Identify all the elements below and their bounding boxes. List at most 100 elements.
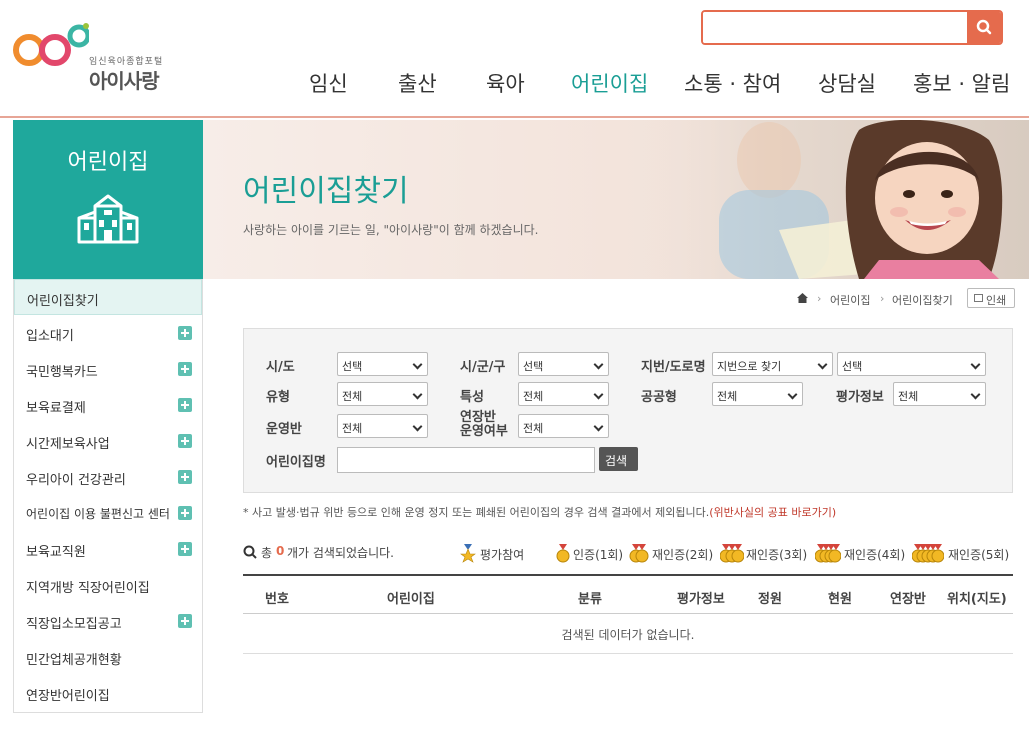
page-description: 사랑하는 아이를 기르는 일, "아이사랑"이 함께 하겠습니다. <box>243 223 539 237</box>
class-select-value: 전체 <box>342 422 363 435</box>
medal-3-icon <box>720 544 744 563</box>
sidebar-item-staff[interactable]: 보육교직원 <box>14 531 202 567</box>
sidebar-item-daycare-search[interactable]: 어린이집찾기 <box>14 279 202 315</box>
chevron-right-icon: › <box>817 292 822 305</box>
evaluation-select-value: 전체 <box>898 390 919 403</box>
legend-cert-5: 재인증(5회) <box>948 548 1010 562</box>
sidebar-item-health[interactable]: 우리아이 건강관리 <box>14 459 202 495</box>
address-type-select[interactable]: 지번으로 찾기 <box>712 352 833 376</box>
nav-pregnancy[interactable]: 임신 <box>309 68 348 98</box>
result-count: 0 <box>276 544 285 558</box>
nav-counsel[interactable]: 상담실 <box>818 68 876 98</box>
main-nav: 임신 출산 육아 어린이집 소통 · 참여 상담실 홍보 · 알림 <box>0 68 1029 98</box>
col-category: 분류 <box>578 592 602 607</box>
logo-mark-icon <box>13 23 89 66</box>
plus-icon[interactable] <box>178 362 192 376</box>
feature-label: 특성 <box>460 390 484 405</box>
nav-community[interactable]: 소통 · 참여 <box>684 68 781 98</box>
col-daycare: 어린이집 <box>387 592 435 607</box>
plus-icon[interactable] <box>178 506 192 520</box>
sidebar-menu: 어린이집찾기 입소대기 국민행복카드 보육료결제 시간제보육사업 우리아이 건강… <box>13 279 203 713</box>
feature-select[interactable]: 전체 <box>518 382 609 406</box>
sidebar-item-complaint[interactable]: 어린이집 이용 불편신고 센터 <box>14 495 202 531</box>
legend-cert-3: 재인증(3회) <box>746 548 808 562</box>
nav-parenting[interactable]: 육아 <box>486 68 525 98</box>
legend-cert-1: 인증(1회) <box>573 548 624 562</box>
sidebar-item-label: 입소대기 <box>26 329 74 344</box>
class-label: 운영반 <box>266 422 302 437</box>
type-label: 유형 <box>266 390 290 405</box>
extended-label-line1: 연장반 <box>460 410 496 425</box>
site-search <box>701 10 1003 45</box>
sidebar-item-hourly-care[interactable]: 시간제보육사업 <box>14 423 202 459</box>
feature-select-value: 전체 <box>523 390 544 403</box>
extended-select-value: 전체 <box>523 422 544 435</box>
sidebar-header: 어린이집 <box>13 120 203 279</box>
sidebar-item-label: 보육료결제 <box>26 401 86 416</box>
daycare-search-form: 시/도 선택 시/군/구 선택 지번/도로명 지번으로 찾기 선택 유형 전체 … <box>243 328 1013 493</box>
evaluation-select[interactable]: 전체 <box>893 382 986 406</box>
medal-5-icon <box>912 544 944 563</box>
sidebar-item-label: 민간업체공개현황 <box>26 653 122 668</box>
result-summary: 총 0 개가 검색되었습니다. 평가참여 인증(1회) 재인증(2회) 재인증(… <box>243 544 1023 566</box>
search-button[interactable] <box>967 12 1001 43</box>
search-input[interactable] <box>703 12 969 43</box>
legend-cert-2: 재인증(2회) <box>652 548 714 562</box>
home-icon[interactable] <box>796 292 809 304</box>
sidebar-item-happy-card[interactable]: 국민행복카드 <box>14 351 202 387</box>
child-photo-image <box>629 120 1029 279</box>
table-header: 번호 어린이집 분류 평가정보 정원 현원 연장반 위치(지도) <box>243 574 1013 614</box>
name-label: 어린이집명 <box>266 455 326 470</box>
extended-select[interactable]: 전체 <box>518 414 609 438</box>
nav-daycare[interactable]: 어린이집 <box>571 68 648 98</box>
address-select[interactable]: 선택 <box>837 352 986 376</box>
plus-icon[interactable] <box>178 542 192 556</box>
public-select[interactable]: 전체 <box>712 382 803 406</box>
col-evaluation: 평가정보 <box>677 592 725 607</box>
address-type-value: 지번으로 찾기 <box>717 360 782 373</box>
sido-select[interactable]: 선택 <box>337 352 428 376</box>
plus-icon[interactable] <box>178 326 192 340</box>
daycare-name-input[interactable] <box>337 447 595 473</box>
sidebar-item-label: 어린이집 이용 불편신고 센터 <box>26 507 170 521</box>
medal-2-icon <box>629 544 649 563</box>
sidebar-item-private-disclosure[interactable]: 민간업체공개현황 <box>14 639 202 675</box>
print-button[interactable]: 인쇄 <box>967 288 1015 308</box>
evaluation-label: 평가정보 <box>836 390 884 405</box>
breadcrumb-item[interactable]: 어린이집 <box>830 292 870 308</box>
sidebar-item-extended-class[interactable]: 연장반어린이집 <box>14 675 202 711</box>
plus-icon[interactable] <box>178 434 192 448</box>
search-icon <box>976 19 992 35</box>
type-select-value: 전체 <box>342 390 363 403</box>
sigungu-select[interactable]: 선택 <box>518 352 609 376</box>
nav-notice[interactable]: 홍보 · 알림 <box>913 68 1010 98</box>
plus-icon[interactable] <box>178 614 192 628</box>
violation-notice-link[interactable]: (위반사실의 공표 바로가기) <box>709 506 836 519</box>
col-current: 현원 <box>828 592 852 607</box>
search-notice: * 사고 발생·법규 위반 등으로 인해 운영 정지 또는 폐쇄된 어린이집의 … <box>243 504 836 520</box>
plus-icon[interactable] <box>178 470 192 484</box>
class-select[interactable]: 전체 <box>337 414 428 438</box>
breadcrumb-item-current[interactable]: 어린이집찾기 <box>892 292 953 308</box>
table-empty-row: 검색된 데이터가 없습니다. <box>243 614 1013 654</box>
sidebar-item-label: 우리아이 건강관리 <box>26 473 126 488</box>
sidebar-item-fee-payment[interactable]: 보육료결제 <box>14 387 202 423</box>
plus-icon[interactable] <box>178 398 192 412</box>
legend-evaluation: 평가참여 <box>480 548 525 562</box>
sidebar-item-label: 어린이집찾기 <box>27 294 99 309</box>
page-title: 어린이집찾기 <box>243 174 409 209</box>
col-extended: 연장반 <box>890 592 926 607</box>
public-label: 공공형 <box>641 390 677 405</box>
sidebar-item-label: 지역개방 직장어린이집 <box>26 581 150 596</box>
sidebar-item-waitlist[interactable]: 입소대기 <box>14 315 202 351</box>
sidebar-item-workplace-recruit[interactable]: 직장입소모집공고 <box>14 603 202 639</box>
col-number: 번호 <box>265 592 289 607</box>
sidebar-title: 어린이집 <box>67 150 149 175</box>
nav-birth[interactable]: 출산 <box>398 68 437 98</box>
col-capacity: 정원 <box>758 592 782 607</box>
search-submit-button[interactable]: 검색 <box>599 447 638 471</box>
legend-cert-4: 재인증(4회) <box>844 548 906 562</box>
type-select[interactable]: 전체 <box>337 382 428 406</box>
sidebar-item-open-workplace[interactable]: 지역개방 직장어린이집 <box>14 567 202 603</box>
empty-message: 검색된 데이터가 없습니다. <box>561 628 695 642</box>
